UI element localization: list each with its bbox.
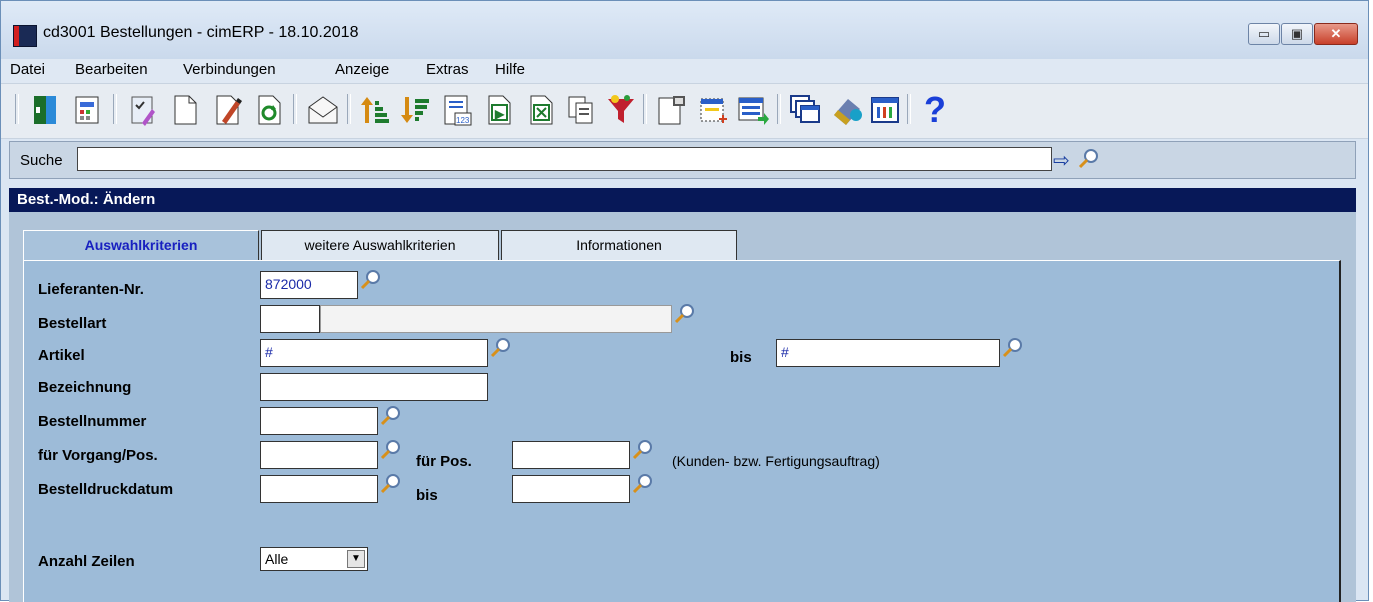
druckdatum-bis-label: bis	[416, 487, 438, 504]
copy-icon[interactable]	[563, 90, 599, 130]
svg-text:▶: ▶	[494, 107, 505, 121]
import-icon[interactable]	[735, 90, 771, 130]
lieferant-field[interactable]: 872000	[260, 271, 358, 299]
artikel-label: Artikel	[38, 347, 85, 364]
magnifier-icon[interactable]	[1078, 148, 1100, 170]
arrow-right-icon[interactable]: ⇨	[1053, 148, 1070, 173]
form-content: Auswahlkriterien weitere Auswahlkriterie…	[9, 212, 1356, 602]
sort-ascending-icon[interactable]	[357, 90, 393, 130]
vorgang-field[interactable]	[260, 441, 378, 469]
magnifier-icon[interactable]	[380, 473, 402, 495]
bestellart-label: Bestellart	[38, 315, 107, 332]
export-icon[interactable]: ▶	[481, 90, 517, 130]
magnifier-icon[interactable]	[360, 269, 382, 291]
magnifier-icon[interactable]	[632, 473, 654, 495]
tab-weitere-auswahlkriterien[interactable]: weitere Auswahlkriterien	[261, 230, 499, 260]
calculator-icon[interactable]	[69, 90, 105, 130]
bestellart-code-field[interactable]	[260, 305, 320, 333]
toolbar-separator	[907, 94, 911, 124]
artikel-bis-label: bis	[730, 349, 752, 366]
app-window: cd3001 Bestellungen - cimERP - 18.10.201…	[0, 0, 1369, 602]
criteria-panel: Lieferanten-Nr. 872000 Bestellart Artike…	[23, 260, 1341, 602]
maximize-button[interactable]: ▣	[1281, 23, 1313, 45]
close-button[interactable]: ✕	[1314, 23, 1358, 45]
fuer-pos-field[interactable]	[512, 441, 630, 469]
toolbar-separator	[643, 94, 647, 124]
new-document-icon[interactable]	[167, 90, 203, 130]
toolbar-separator	[15, 94, 19, 124]
vorgang-label: für Vorgang/Pos.	[38, 447, 158, 464]
menu-datei[interactable]: Datei	[10, 61, 45, 78]
bezeichnung-field[interactable]	[260, 373, 488, 401]
vorgang-hint: (Kunden- bzw. Fertigungsauftrag)	[672, 453, 880, 469]
magnifier-icon[interactable]	[380, 439, 402, 461]
menu-anzeige[interactable]: Anzeige	[335, 61, 389, 78]
menu-bearbeiten[interactable]: Bearbeiten	[75, 61, 148, 78]
lieferant-label: Lieferanten-Nr.	[38, 281, 144, 298]
search-label: Suche	[20, 152, 63, 169]
edit-icon[interactable]	[209, 90, 245, 130]
book-icon[interactable]	[829, 90, 865, 130]
fuer-pos-label: für Pos.	[416, 453, 472, 470]
zeilen-select[interactable]: Alle ▼	[260, 547, 368, 571]
checklist-icon[interactable]	[125, 90, 161, 130]
bestellart-description-field	[320, 305, 672, 333]
sort-descending-icon[interactable]	[397, 90, 433, 130]
magnifier-icon[interactable]	[490, 337, 512, 359]
search-bar: Suche ⇨	[9, 141, 1356, 179]
tab-auswahlkriterien[interactable]: Auswahlkriterien	[23, 230, 259, 264]
tab-informationen[interactable]: Informationen	[501, 230, 737, 260]
refresh-icon[interactable]	[251, 90, 287, 130]
toolbar: 123 ▶ ?	[1, 83, 1368, 139]
toolbar-separator	[777, 94, 781, 124]
menu-extras[interactable]: Extras	[426, 61, 469, 78]
artikel-to-field[interactable]: #	[776, 339, 1000, 367]
druckdatum-from-field[interactable]	[260, 475, 378, 503]
magnifier-icon[interactable]	[1002, 337, 1024, 359]
zeilen-label: Anzahl Zeilen	[38, 553, 135, 570]
magnifier-icon[interactable]	[674, 303, 696, 325]
minimize-button[interactable]: ▭	[1248, 23, 1280, 45]
magnifier-icon[interactable]	[380, 405, 402, 427]
search-input[interactable]	[77, 147, 1052, 171]
magnifier-icon[interactable]	[632, 439, 654, 461]
windows-icon[interactable]	[787, 90, 823, 130]
menu-verbindungen[interactable]: Verbindungen	[183, 61, 276, 78]
bezeichnung-label: Bezeichnung	[38, 379, 132, 396]
mode-header: Best.-Mod.: Ändern	[9, 188, 1356, 212]
app-icon	[13, 25, 37, 47]
toolbar-separator	[293, 94, 297, 124]
window-title: cd3001 Bestellungen - cimERP - 18.10.201…	[43, 24, 359, 41]
add-window-icon[interactable]	[695, 90, 731, 130]
menu-bar: Datei Bearbeiten Verbindungen Anzeige Ex…	[1, 59, 1368, 83]
title-bar: cd3001 Bestellungen - cimERP - 18.10.201…	[1, 1, 1368, 59]
svg-text:123: 123	[456, 116, 470, 125]
artikel-from-field[interactable]: #	[260, 339, 488, 367]
toolbar-separator	[113, 94, 117, 124]
zeilen-select-value: Alle	[265, 551, 289, 567]
mail-icon[interactable]	[305, 90, 341, 130]
bestellnummer-label: Bestellnummer	[38, 413, 147, 430]
druckdatum-label: Bestelldruckdatum	[38, 481, 174, 498]
chevron-down-icon[interactable]: ▼	[347, 550, 365, 568]
menu-hilfe[interactable]: Hilfe	[495, 61, 525, 78]
exit-icon[interactable]	[27, 90, 63, 130]
druckdatum-to-field[interactable]	[512, 475, 630, 503]
filter-icon[interactable]	[603, 90, 639, 130]
bestellnummer-field[interactable]	[260, 407, 378, 435]
table-icon[interactable]	[867, 90, 903, 130]
excel-icon[interactable]	[523, 90, 559, 130]
properties-icon[interactable]	[653, 90, 689, 130]
numbered-list-icon[interactable]: 123	[439, 90, 475, 130]
toolbar-separator	[347, 94, 351, 124]
help-icon[interactable]: ?	[917, 89, 953, 130]
